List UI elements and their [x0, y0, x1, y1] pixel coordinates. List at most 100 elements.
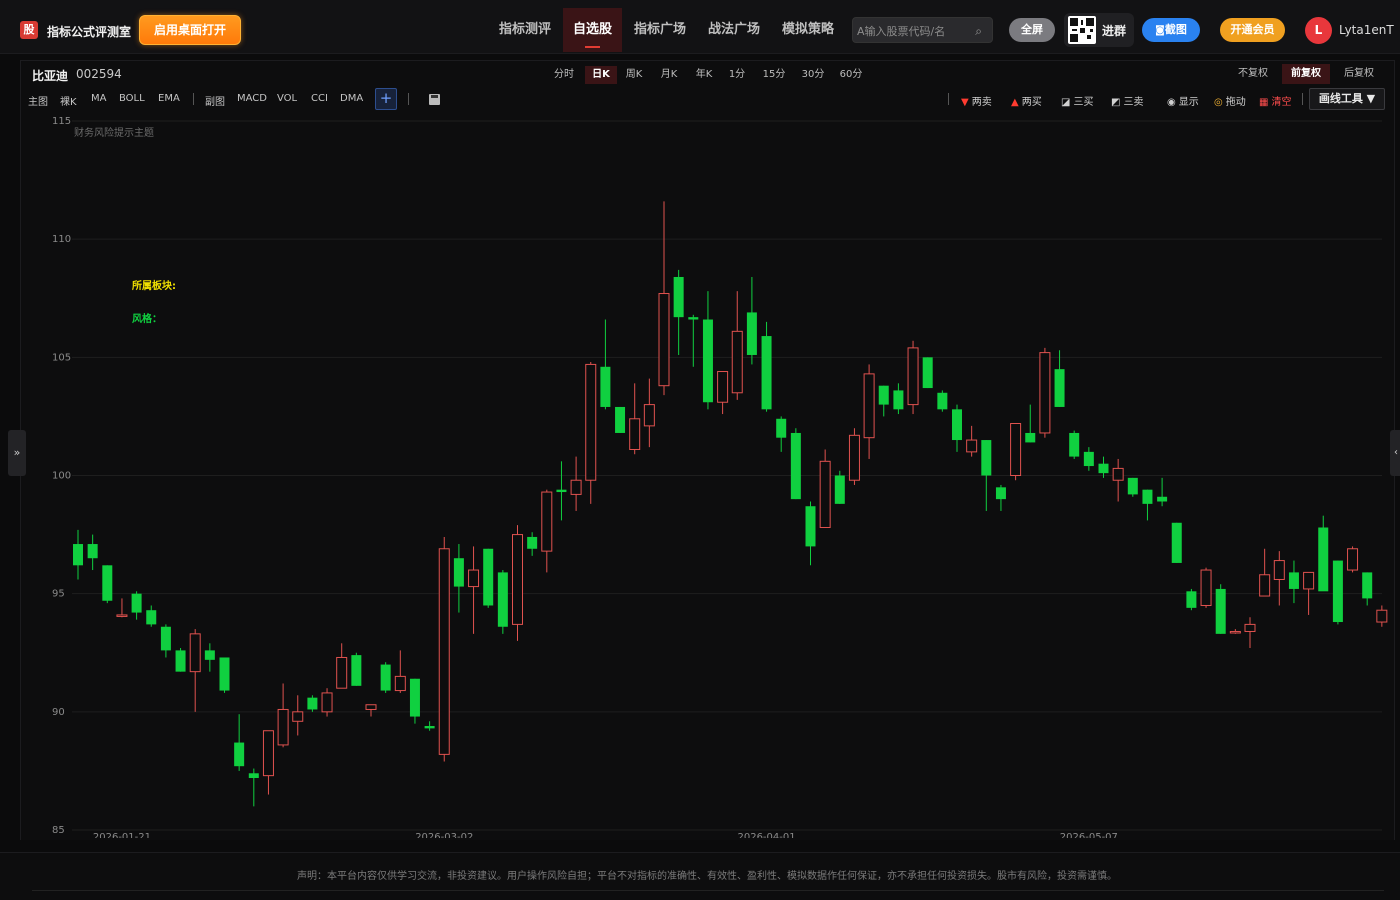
candle-body: [1288, 572, 1299, 589]
candle-body: [966, 439, 978, 453]
candle-body: [1112, 467, 1124, 481]
candle-body: [527, 536, 538, 549]
candle-body: [175, 650, 186, 672]
candle-body: [234, 742, 245, 767]
chart-bottom-mask: [21, 838, 1394, 840]
candle-body: [776, 418, 787, 438]
x-tick-label: 2026-01-21: [93, 832, 151, 843]
candlestick-chart[interactable]: 85 90 95 100 105 110 115 2026-01-21 2026-03-02 20…: [0, 0, 1400, 900]
candle-body: [834, 475, 845, 504]
candle-body: [1069, 432, 1080, 457]
candle-body: [1157, 496, 1168, 502]
candle-body: [1244, 623, 1256, 632]
y-tick-label: 85: [52, 825, 65, 836]
candle-body: [1054, 369, 1065, 407]
y-tick-label: 110: [52, 234, 71, 245]
candle-body: [160, 626, 171, 651]
candle-body: [204, 650, 215, 660]
candle-body: [146, 610, 157, 625]
candle-body: [717, 371, 729, 403]
candle-body: [1303, 571, 1315, 590]
candle-body: [570, 479, 582, 495]
candle-body: [277, 708, 289, 746]
candle-body: [702, 319, 713, 403]
candle-body: [189, 633, 201, 673]
candle-body: [1142, 489, 1153, 504]
x-tick-label: 2026-04-01: [737, 832, 795, 843]
candle-body: [512, 534, 523, 625]
y-tick-label: 90: [52, 707, 65, 718]
candle-body: [497, 572, 508, 627]
candle-body: [219, 657, 230, 691]
candle-body: [863, 373, 875, 439]
candle-body: [1362, 572, 1373, 599]
candle-body: [600, 366, 611, 407]
y-tick-label: 95: [52, 589, 65, 600]
candle-body: [336, 656, 348, 689]
candle-body: [292, 711, 304, 722]
y-tick-label: 100: [52, 471, 71, 482]
y-tick-label: 105: [52, 352, 71, 363]
candle-body: [1318, 527, 1329, 592]
candle-body: [658, 293, 670, 387]
candle-body: [893, 390, 904, 410]
candle-body: [453, 558, 464, 587]
candle-body: [848, 434, 860, 481]
candle-body: [761, 336, 772, 410]
candle-body: [248, 773, 259, 779]
candle-body: [1273, 560, 1285, 580]
candle-body: [922, 357, 933, 389]
candle-body: [1039, 352, 1051, 434]
candle-body: [541, 491, 553, 552]
candle-body: [746, 312, 757, 355]
candle-body: [1347, 548, 1359, 571]
candle-body: [585, 363, 597, 481]
candle-body: [1025, 432, 1036, 443]
candle-body: [262, 730, 274, 777]
candle-body: [365, 704, 377, 710]
candle-body: [1376, 609, 1388, 623]
candle-body: [438, 548, 450, 755]
x-tick-label: 2026-03-02: [415, 832, 473, 843]
candle-body: [321, 692, 333, 713]
candle-body: [483, 548, 494, 606]
candle-body: [952, 409, 962, 441]
candle-body: [556, 489, 567, 493]
candle-body: [1332, 560, 1343, 623]
candle-body: [351, 655, 362, 686]
candle-body: [307, 697, 318, 710]
candle-body: [731, 330, 743, 394]
risk-note-label: 财务风险提示主题: [74, 128, 154, 139]
candle-body: [615, 406, 626, 433]
candle-body: [981, 440, 992, 476]
candle-body: [673, 276, 684, 318]
candle-body: [1010, 423, 1022, 476]
candle-body: [805, 506, 816, 547]
candle-body: [1098, 463, 1109, 474]
footer-divider: [32, 890, 1384, 891]
candle-body: [131, 593, 142, 613]
candle-body: [424, 726, 435, 729]
y-tick-label: 115: [52, 116, 71, 127]
candle-body: [1186, 591, 1197, 608]
candle-body: [380, 664, 391, 691]
style-label: 风格：: [132, 314, 162, 325]
candle-body: [937, 392, 948, 410]
candle-body: [1200, 569, 1212, 606]
candle-body: [688, 317, 699, 320]
candle-body: [878, 385, 889, 405]
candle-body: [468, 569, 480, 588]
candle-body: [995, 487, 1006, 500]
candle-body: [116, 614, 128, 617]
candle-body: [1215, 588, 1226, 634]
candle-body: [409, 678, 420, 717]
candle-body: [1083, 451, 1094, 467]
candle-body: [790, 432, 801, 500]
candle-body: [1127, 477, 1138, 495]
candle-body: [1229, 630, 1241, 634]
candle-body: [102, 565, 113, 601]
candle-body: [907, 347, 919, 406]
candle-body: [819, 460, 831, 528]
disclaimer-text: 声明：本平台内容仅供学习交流，非投资建议。用户操作风险自担；平台不对指标的准确性…: [297, 871, 1117, 882]
candle-body: [87, 544, 98, 559]
